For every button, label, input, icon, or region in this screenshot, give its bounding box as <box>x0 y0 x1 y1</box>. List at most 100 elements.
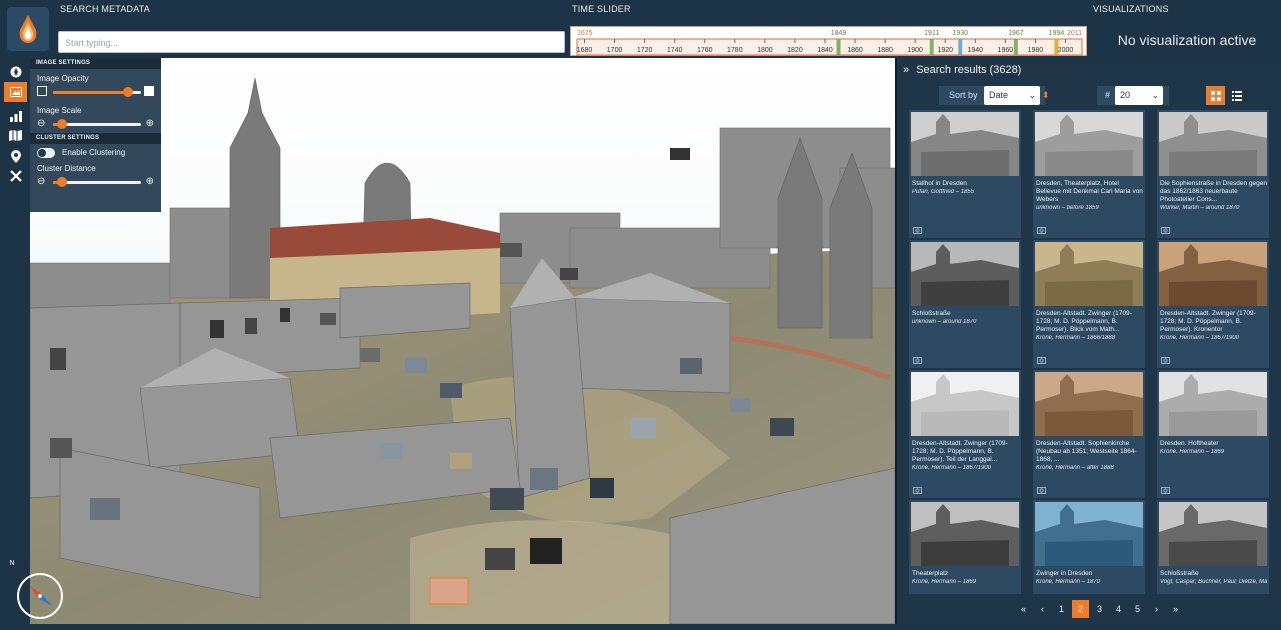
camera-icon[interactable] <box>913 356 922 364</box>
cluster-distance-slider[interactable]: ⊖ ⊕ <box>37 175 154 189</box>
timeline-tick-label: 1760 <box>697 47 713 54</box>
sort-select[interactable]: Date ⌄ <box>984 86 1040 105</box>
result-thumbnail[interactable] <box>1035 112 1143 176</box>
camera-icon[interactable] <box>1037 486 1046 494</box>
zoom-out-icon[interactable]: ⊖ <box>37 176 45 187</box>
result-author: Vogt, Caspar; Buchner, Paul; Dietze, Mar… <box>1160 579 1267 585</box>
timeline-tick-label: 1740 <box>667 47 683 54</box>
grid-icon <box>1210 90 1221 101</box>
status-footer <box>0 624 1281 630</box>
timeline-marker <box>929 39 934 55</box>
collapse-chevrons-icon[interactable]: » <box>903 64 909 76</box>
result-thumbnail[interactable] <box>1035 502 1143 566</box>
sort-direction-icon[interactable]: ⬍ <box>1042 90 1050 101</box>
image-settings-header: IMAGE SETTINGS <box>30 58 161 69</box>
camera-icon[interactable] <box>1037 226 1046 234</box>
list-view-button[interactable] <box>1227 86 1246 105</box>
camera-icon[interactable] <box>1161 226 1170 234</box>
page-button[interactable]: 4 <box>1110 600 1127 618</box>
result-card[interactable]: Dresden, Theaterplatz, Hotel Bellevue mi… <box>1033 110 1145 238</box>
camera-icon[interactable] <box>913 486 922 494</box>
clustering-toggle[interactable] <box>37 148 55 158</box>
search-input[interactable]: Start typing... <box>58 31 565 53</box>
result-thumbnail[interactable] <box>911 502 1019 566</box>
cluster-settings-header: CLUSTER SETTINGS <box>30 133 161 144</box>
image-opacity-slider[interactable] <box>37 85 154 99</box>
location-pin-icon[interactable] <box>4 146 27 166</box>
camera-icon[interactable] <box>1161 486 1170 494</box>
result-card[interactable]: Dresden-Altstadt. Sophienkirche (Neubau … <box>1033 370 1145 498</box>
result-thumbnail[interactable] <box>1159 242 1267 306</box>
result-card[interactable]: Stallhof in Dresden Pufan, Gottfried – 18… <box>909 110 1021 238</box>
timeline-marker-label: 1911 <box>924 30 939 37</box>
result-author: unknown – before 1859 <box>1036 205 1099 211</box>
result-thumbnail[interactable] <box>1159 372 1267 436</box>
grid-view-button[interactable] <box>1206 86 1225 105</box>
compass-widget[interactable] <box>8 566 68 620</box>
page-size-select[interactable]: 20 ⌄ <box>1115 86 1163 105</box>
sort-value: Date <box>989 90 1009 100</box>
visualizations-label: VISUALIZATIONS <box>1093 4 1169 14</box>
page-size-label: # <box>1105 90 1111 100</box>
timeline-tick-label: 1800 <box>757 47 773 54</box>
result-card[interactable]: Theaterplatz Krone, Hermann – 1869 <box>909 500 1021 594</box>
zoom-in-icon[interactable]: ⊕ <box>146 118 154 129</box>
result-card[interactable]: Die Sophienstraße in Dresden gegen das 1… <box>1157 110 1269 238</box>
zoom-in-icon[interactable]: ⊕ <box>146 176 154 187</box>
chart-icon[interactable] <box>4 106 27 126</box>
timeline-marker <box>958 39 963 55</box>
page-button[interactable]: 3 <box>1091 600 1108 618</box>
chevron-down-icon: ⌄ <box>1028 90 1036 100</box>
image-scale-slider[interactable]: ⊖ ⊕ <box>37 117 154 131</box>
timeline-marker-label: 1930 <box>952 30 968 37</box>
next-page-button[interactable]: › <box>1148 600 1165 618</box>
last-page-button[interactable]: » <box>1167 600 1184 618</box>
result-card[interactable]: Dresden-Altstadt. Zwinger (1709-1728; M.… <box>1033 240 1145 368</box>
camera-icon[interactable] <box>913 226 922 234</box>
result-thumbnail[interactable] <box>1159 112 1267 176</box>
map-icon[interactable] <box>4 125 27 145</box>
results-grid: Stallhof in Dresden Pufan, Gottfried – 18… <box>909 110 1269 594</box>
timeline-tick-label: 1840 <box>817 47 833 54</box>
first-page-button[interactable]: « <box>1015 600 1032 618</box>
search-results-panel: » Search results (3628) Sort by Date ⌄ ⬍… <box>897 58 1281 624</box>
result-thumbnail[interactable] <box>911 372 1019 436</box>
prev-page-button[interactable]: ‹ <box>1034 600 1051 618</box>
result-title: Dresden-Altstadt. Zwinger (1709-1728; M.… <box>1036 310 1132 333</box>
result-title: Schloßstraße <box>912 310 951 317</box>
compass-icon[interactable] <box>4 62 27 82</box>
result-card[interactable]: Dresden-Altstadt. Zwinger (1709-1728; M.… <box>1157 240 1269 368</box>
result-title: Dresden-Altstadt. Zwinger (1709-1728; M.… <box>912 440 1008 463</box>
result-card[interactable]: Dresden-Altstadt. Zwinger (1709-1728; M.… <box>909 370 1021 498</box>
result-card[interactable]: Schloßstraße Vogt, Caspar; Buchner, Paul;… <box>1157 500 1269 594</box>
result-thumbnail[interactable] <box>1035 242 1143 306</box>
result-title: Dresden. Hoftheater <box>1160 440 1219 447</box>
image-settings-panel: IMAGE SETTINGS Image Opacity Image Scale… <box>30 58 161 212</box>
time-slider[interactable]: 1680 1700 1720 1740 1760 1780 1800 1820 1840 1860… <box>570 26 1087 56</box>
zoom-out-icon[interactable]: ⊖ <box>37 118 45 129</box>
result-card[interactable]: Dresden. Hoftheater Krone, Hermann – 1869 <box>1157 370 1269 498</box>
page-button[interactable]: 1 <box>1053 600 1070 618</box>
result-author: Krone, Hermann – 1869 <box>912 579 977 585</box>
result-thumbnail[interactable] <box>1159 502 1267 566</box>
app-logo[interactable] <box>7 7 49 51</box>
timeline-start-label: 1675 <box>577 30 593 37</box>
result-thumbnail[interactable] <box>911 112 1019 176</box>
timeline-tick-label: 1980 <box>1028 47 1044 54</box>
result-author: Krone, Hermann – 1867/1900 <box>912 465 992 471</box>
time-slider-track[interactable]: 1680 1700 1720 1740 1760 1780 1800 1820 1840 1860… <box>571 27 1088 57</box>
page-button-current[interactable]: 2 <box>1072 600 1089 618</box>
result-thumbnail[interactable] <box>911 242 1019 306</box>
timeline-tick-label: 1720 <box>637 47 653 54</box>
result-card[interactable]: Schloßstraße unknown – around 1870 <box>909 240 1021 368</box>
camera-icon[interactable] <box>1037 356 1046 364</box>
sort-bar: Sort by Date ⌄ ⬍ # 20 ⌄ <box>897 82 1281 108</box>
timeline-tick-label: 1940 <box>967 47 983 54</box>
results-title-row[interactable]: » Search results (3628) <box>903 64 1021 76</box>
camera-icon[interactable] <box>1161 356 1170 364</box>
result-thumbnail[interactable] <box>1035 372 1143 436</box>
page-button[interactable]: 5 <box>1129 600 1146 618</box>
image-icon[interactable] <box>4 82 27 102</box>
result-card[interactable]: Zwinger in Dresden Krone, Hermann – 1870 <box>1033 500 1145 594</box>
tools-icon[interactable] <box>4 166 27 186</box>
